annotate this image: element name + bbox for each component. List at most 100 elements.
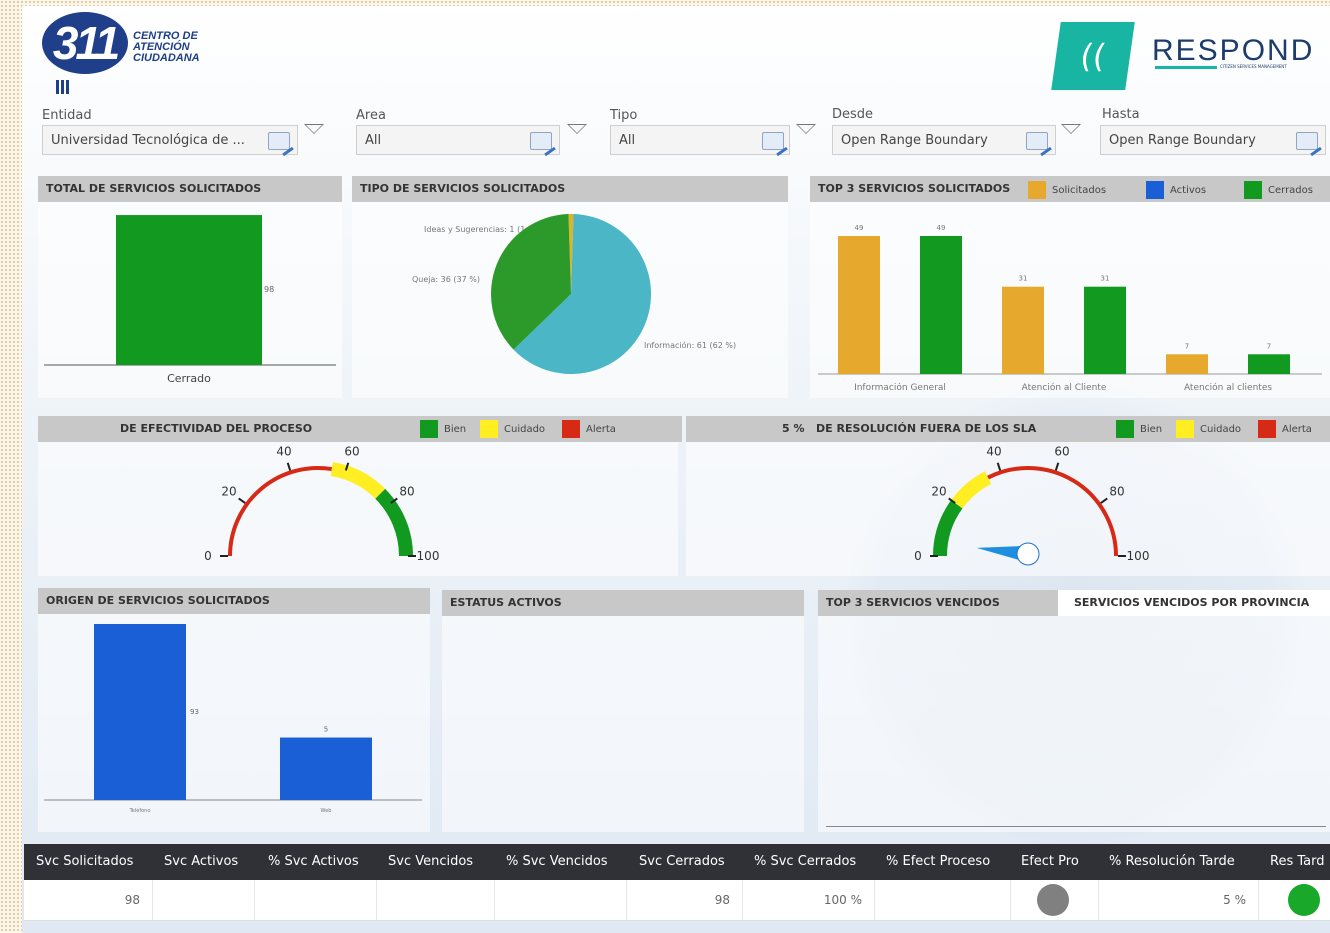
filter-entidad-label: Entidad: [42, 108, 92, 123]
bar-value-solicitados-2: 7: [1185, 342, 1189, 350]
panel-estatus: [442, 590, 804, 832]
logo-line-3: CIUDADANA: [133, 52, 200, 64]
logo-subtitle: CENTRO DE ATENCIÓN CIUDADANA: [133, 31, 200, 64]
bar-origen-category-0: Teléfono: [129, 807, 151, 814]
col-svc-vencidos[interactable]: Svc Vencidos: [388, 844, 473, 880]
gauge-tick-60: [1054, 462, 1060, 471]
bar-cerrados-0[interactable]: [920, 236, 962, 374]
filter-entidad-dropdown-icon[interactable]: [304, 124, 324, 134]
pie-label-informaci-n: Información: 61 (62 %): [644, 340, 736, 350]
filter-hasta-input[interactable]: Open Range Boundary: [1100, 125, 1326, 155]
cell-pct-resolucion-tarde: 5 %: [1223, 893, 1246, 907]
legend-activos: Activos: [1146, 181, 1206, 200]
col-pct-resolucion-tarde[interactable]: % Resolución Tarde: [1109, 844, 1235, 880]
gauge-band-35-100[interactable]: [987, 466, 1118, 557]
resolucion-gauge: 0 20 40 60 80 100: [914, 446, 1149, 566]
gauge2-legend-label-bien: Bien: [1140, 424, 1163, 435]
gauge-tick-40: [286, 462, 292, 471]
legend-swatch-solicitados: [1028, 181, 1046, 199]
col-separator: [874, 880, 875, 920]
col-efect-pro[interactable]: Efect Pro: [1021, 844, 1079, 880]
col-pct-svc-vencidos[interactable]: % Svc Vencidos: [506, 844, 608, 880]
col-separator: [1010, 880, 1011, 920]
efect-pro-status-indicator: [1037, 884, 1069, 916]
col-pct-svc-cerrados[interactable]: % Svc Cerrados: [754, 844, 856, 880]
tab-vencidos-por-provincia[interactable]: SERVICIOS VENCIDOS POR PROVINCIA: [1058, 590, 1330, 616]
legend-label-activos: Activos: [1170, 185, 1207, 196]
top3-category-label-2: Atención al clientes: [1184, 382, 1272, 393]
col-separator: [626, 880, 627, 920]
bar-cerrado[interactable]: [116, 215, 262, 365]
col-pct-efect-proceso[interactable]: % Efect Proceso: [886, 844, 990, 880]
panel-total-header: TOTAL DE SERVICIOS SOLICITADOS: [38, 176, 342, 202]
gauge-tick-label-40: 40: [986, 446, 1001, 458]
total-bar-chart: 98 Cerrado: [44, 215, 336, 385]
slicer-edit-icon[interactable]: [530, 132, 552, 150]
bar-origen-1[interactable]: [280, 737, 372, 800]
resolucion-prefix: 5 %: [782, 422, 805, 435]
col-pct-svc-activos[interactable]: % Svc Activos: [268, 844, 359, 880]
slicer-edit-icon[interactable]: [268, 132, 290, 150]
panel-vencidos-header: TOP 3 SERVICIOS VENCIDOS: [818, 590, 1058, 616]
cell-pct-svc-cerrados: 100 %: [823, 893, 862, 907]
logo-311: 311: [42, 12, 128, 74]
bar-value-solicitados-0: 49: [855, 224, 864, 232]
gauge-tick-label-100: 100: [417, 549, 440, 563]
legend-cerrados: Cerrados: [1244, 181, 1313, 200]
bar-value-cerrados-0: 49: [937, 224, 946, 232]
gauge1-legend-label-alerta: Alerta: [586, 424, 616, 435]
gauge-tick-label-0: 0: [914, 549, 922, 563]
gauge-band-55-75[interactable]: [330, 462, 386, 499]
respond-logo-icon: ((: [1051, 22, 1135, 90]
bar-cerrados-1[interactable]: [1084, 286, 1126, 374]
respond-logo-text: RESPOND: [1152, 34, 1315, 67]
filter-area-dropdown-icon[interactable]: [567, 124, 587, 134]
slicer-edit-icon[interactable]: [762, 132, 784, 150]
calendar-icon[interactable]: [1296, 132, 1318, 150]
gauge1-legend-bien: Bien: [420, 420, 466, 439]
bar-solicitados-2[interactable]: [1166, 354, 1208, 374]
col-svc-solicitados[interactable]: Svc Solicitados: [36, 844, 133, 880]
col-separator: [376, 880, 377, 920]
gauge2-legend-cuidado: Cuidado: [1176, 420, 1241, 439]
gauge1-legend-swatch-cuidado: [480, 420, 498, 438]
bar-cerrados-2[interactable]: [1248, 354, 1290, 374]
panel-vencidos: [818, 590, 1330, 832]
bar-origen-category-1: Web: [321, 808, 332, 814]
filter-entidad-select[interactable]: Universidad Tecnológica de ...: [42, 125, 298, 155]
panel-estatus-header: ESTATUS ACTIVOS: [442, 590, 804, 616]
gauge2-legend-alerta: Alerta: [1258, 420, 1312, 439]
gauge-band-75-100[interactable]: [375, 488, 413, 557]
efectividad-gauge: 0 20 40 60 80 100: [204, 446, 440, 563]
col-separator: [494, 880, 495, 920]
col-svc-activos[interactable]: Svc Activos: [164, 844, 238, 880]
bar-value-solicitados-1: 31: [1019, 275, 1028, 283]
cell-svc-solicitados: 98: [124, 893, 140, 907]
gauge-tick-label-80: 80: [1109, 484, 1124, 498]
panel-origen-header: ORIGEN DE SERVICIOS SOLICITADOS: [38, 588, 430, 614]
calendar-icon[interactable]: [1026, 132, 1048, 150]
filter-hasta-label: Hasta: [1102, 107, 1140, 122]
gauge-band-0-20[interactable]: [933, 500, 963, 557]
bar-origen-0[interactable]: [94, 624, 186, 800]
bar-solicitados-0[interactable]: [838, 236, 880, 374]
col-separator: [742, 880, 743, 920]
legend-swatch-cerrados: [1244, 181, 1262, 199]
gauge-tick-label-0: 0: [204, 549, 212, 563]
filter-tipo-dropdown-icon[interactable]: [796, 124, 816, 134]
gauge2-legend-label-alerta: Alerta: [1282, 424, 1312, 435]
filter-desde-input[interactable]: Open Range Boundary: [832, 125, 1056, 155]
gauge-needle-hub: [1016, 542, 1040, 566]
gauge-band-20-35[interactable]: [951, 471, 992, 509]
gauge-band-0-55[interactable]: [228, 466, 333, 557]
bar-solicitados-1[interactable]: [1002, 286, 1044, 374]
top3-category-label-0: Información General: [854, 382, 946, 393]
gauge-tick-40: [996, 462, 1002, 471]
gauge1-legend-label-cuidado: Cuidado: [504, 424, 546, 435]
logo-grid-icon: [56, 80, 70, 94]
filter-desde-dropdown-icon[interactable]: [1061, 124, 1081, 134]
gauge2-legend-swatch-cuidado: [1176, 420, 1194, 438]
col-svc-cerrados[interactable]: Svc Cerrados: [639, 844, 725, 880]
col-res-tard[interactable]: Res Tard: [1270, 844, 1324, 880]
resolucion-title: DE RESOLUCIÓN FUERA DE LOS SLA: [816, 422, 1037, 435]
